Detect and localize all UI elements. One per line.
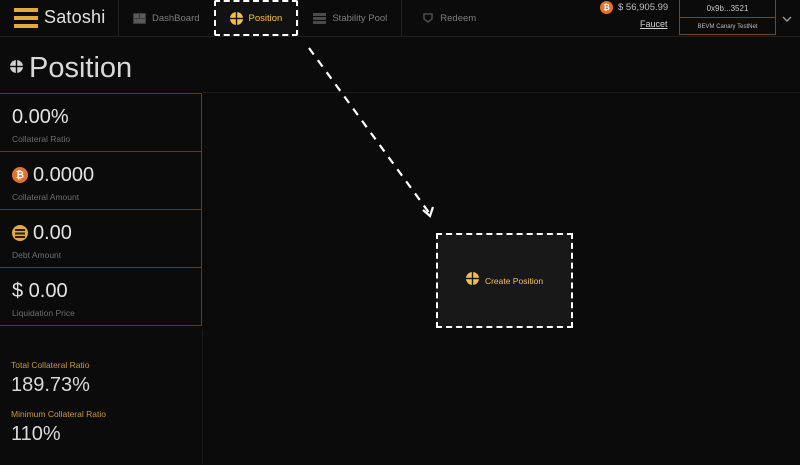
position-icon bbox=[465, 271, 479, 290]
create-position-button[interactable]: Create Position bbox=[436, 233, 573, 328]
arrow-annotation bbox=[308, 47, 435, 218]
create-position-label: Create Position bbox=[484, 275, 544, 286]
